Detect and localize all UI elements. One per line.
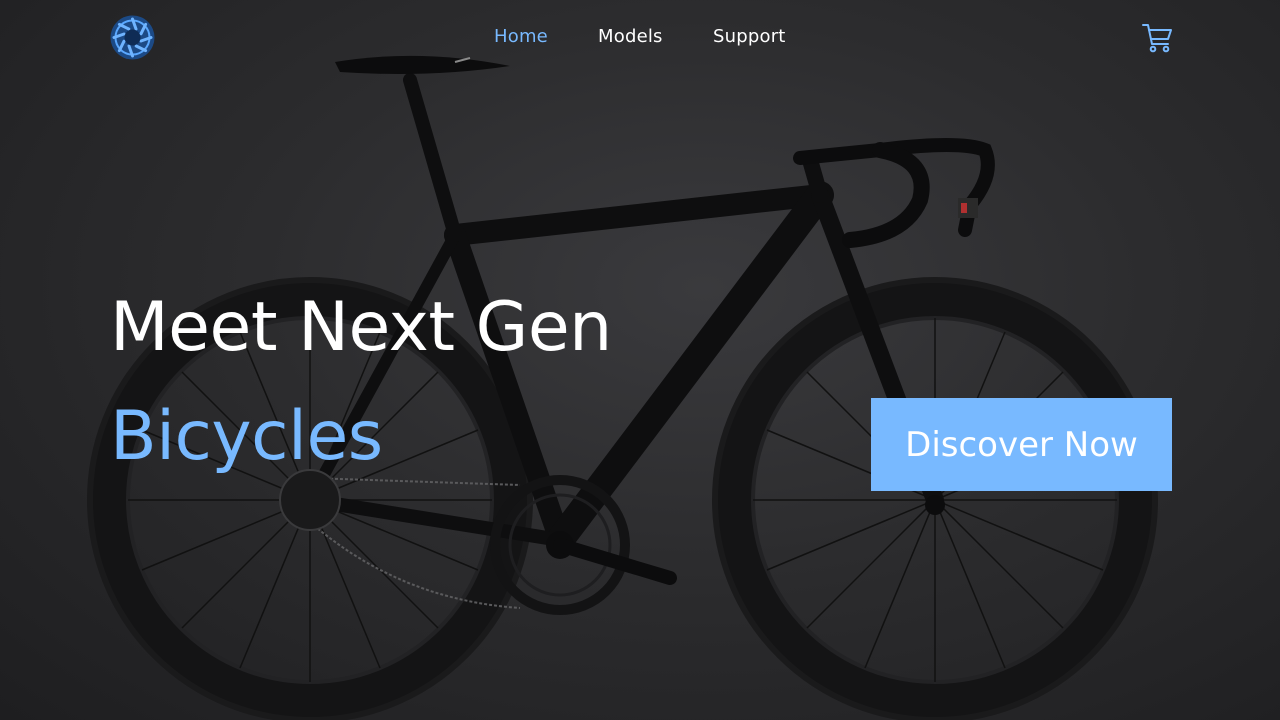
hero-headline: Meet Next Gen [110, 288, 612, 367]
nav-item-models[interactable]: Models [598, 26, 713, 47]
hero-headline-accent: Bicycles [110, 397, 383, 476]
nav-item-support[interactable]: Support [713, 26, 786, 47]
brand-logo-icon[interactable] [110, 15, 155, 60]
discover-now-button[interactable]: Discover Now [871, 398, 1172, 491]
shopping-cart-icon[interactable] [1141, 22, 1173, 54]
nav-item-home[interactable]: Home [494, 26, 598, 47]
main-nav: Home Models Support [494, 26, 786, 47]
